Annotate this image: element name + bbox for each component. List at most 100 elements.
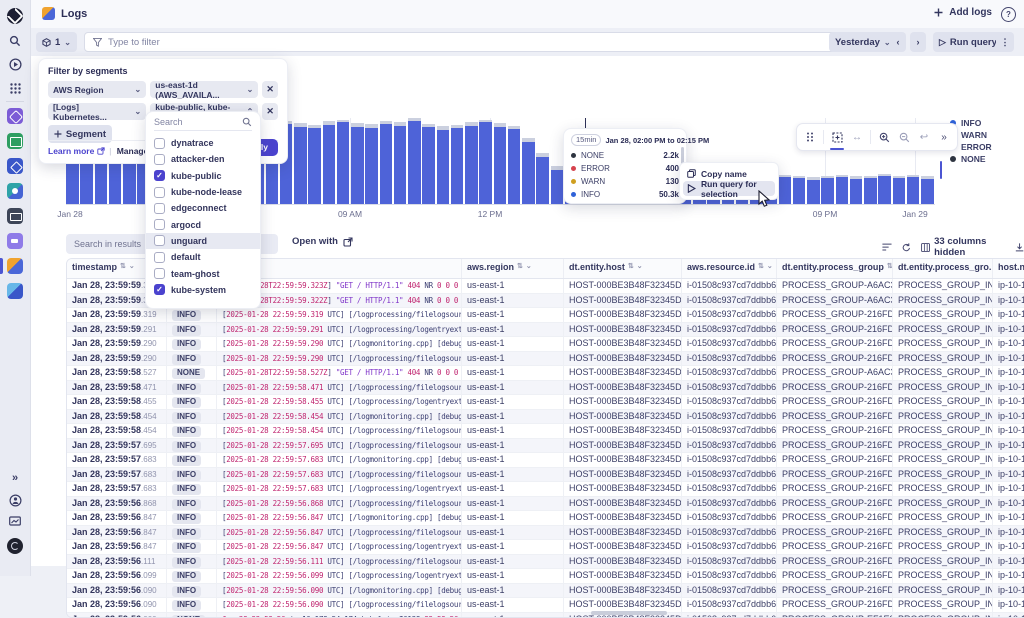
log-row[interactable]: Jan 28, 23:59:59.319INFO[2025-01-28 22:5… (67, 308, 1024, 323)
log-row[interactable]: Jan 28, 23:59:56.099INFO[2025-01-28 22:5… (67, 569, 1024, 584)
log-row[interactable]: Jan 28, 23:59:58.527NONE[2025-01-28T22:5… (67, 366, 1024, 381)
column-header-resource[interactable]: aws.resource.id⇅⌄ (682, 259, 777, 278)
dropdown-option-team-ghost[interactable]: team-ghost (146, 265, 260, 281)
time-range-button[interactable]: Yesterday ⌄ (829, 32, 897, 52)
checkbox-checked[interactable]: ✓ (154, 170, 165, 181)
monitoring-icon[interactable] (7, 514, 23, 530)
segment-value-select-0[interactable]: us-east-1d (AWS_AVAILA...⌄ (150, 81, 258, 98)
histogram-bar[interactable] (394, 126, 407, 204)
sort-icon[interactable]: ⇅ (887, 262, 893, 270)
histogram-bar[interactable] (508, 129, 521, 204)
histogram-bar[interactable] (323, 125, 336, 204)
dropdown-option-attacker-den[interactable]: attacker-den (146, 151, 260, 167)
checkbox-unchecked[interactable] (154, 268, 165, 279)
chevron-down-icon[interactable]: ⌄ (767, 262, 773, 270)
histogram-bar[interactable] (365, 128, 378, 204)
log-row[interactable]: Jan 28, 23:59:56.847INFO[2025-01-28 22:5… (67, 540, 1024, 555)
log-row[interactable]: Jan 28, 23:59:57.695INFO[2025-01-28 22:5… (67, 439, 1024, 454)
checkbox-unchecked[interactable] (154, 235, 165, 246)
checkbox-unchecked[interactable] (154, 154, 165, 165)
histogram-bar[interactable] (294, 127, 307, 204)
histogram-bar[interactable] (422, 127, 435, 204)
histogram-bar[interactable] (821, 178, 834, 204)
log-row[interactable]: Jan 28, 23:59:56.868INFO[2025-01-28 22:5… (67, 497, 1024, 512)
log-row[interactable]: Jan 28, 23:59:59.290INFO[2025-01-28 22:5… (67, 337, 1024, 352)
checkbox-checked[interactable]: ✓ (154, 284, 165, 295)
log-row[interactable]: Jan 28, 23:59:56.111INFO[2025-01-28 22:5… (67, 555, 1024, 570)
histogram-bar[interactable] (536, 157, 549, 204)
histogram-bar[interactable] (864, 178, 877, 204)
log-row[interactable]: Jan 28, 23:59:58.454INFO[2025-01-28 22:5… (67, 410, 1024, 425)
log-row[interactable]: Jan 28, 23:59:59.290INFO[2025-01-28 22:5… (67, 352, 1024, 367)
time-back-button[interactable]: ‹ (890, 32, 906, 52)
histogram-bar[interactable] (465, 126, 478, 204)
account-avatar[interactable] (7, 538, 23, 554)
histogram-bar[interactable] (836, 177, 849, 204)
dropdown-option-unguard[interactable]: unguard (146, 233, 260, 249)
sort-icon[interactable]: ⇅ (628, 262, 634, 270)
app-icon-notebooks[interactable] (7, 233, 23, 249)
remove-segment-1-button[interactable]: ✕ (262, 103, 278, 120)
zoom-in-icon[interactable] (875, 128, 893, 146)
dropdown-option-kube-public[interactable]: ✓kube-public (146, 168, 260, 184)
log-row[interactable]: Jan 28, 23:59:56.090INFO[2025-01-28 22:5… (67, 598, 1024, 613)
column-header-pg[interactable]: dt.entity.process_group⇅⌄ (777, 259, 893, 278)
expand-sidebar-icon[interactable]: » (7, 470, 23, 486)
histogram-bar[interactable] (479, 122, 492, 204)
add-logs-button[interactable]: Add logs (934, 7, 992, 18)
histogram-bar[interactable] (494, 127, 507, 204)
apps-grid-icon[interactable] (7, 80, 23, 96)
histogram-bar[interactable] (551, 170, 564, 204)
column-header-hostname[interactable]: host.name (993, 259, 1024, 278)
dropdown-search-input[interactable]: Search (154, 117, 252, 131)
app-icon-dashboards[interactable] (7, 158, 23, 174)
search-icon[interactable] (7, 33, 23, 49)
checkbox-unchecked[interactable] (154, 138, 165, 149)
histogram-bar[interactable] (850, 179, 863, 204)
dropdown-option-default[interactable]: default (146, 249, 260, 265)
column-header-pgi[interactable]: dt.entity.process_gro...⇅⌄ (893, 259, 993, 278)
help-icon[interactable]: ? (1001, 7, 1016, 22)
histogram-bar[interactable] (522, 142, 535, 204)
log-row[interactable]: Jan 28, 23:59:56.090INFO[2025-01-28 22:5… (67, 584, 1024, 599)
histogram-bar[interactable] (380, 124, 393, 204)
app-icon-spreadsheet[interactable] (7, 133, 23, 149)
sort-icon[interactable]: ⇅ (120, 262, 126, 270)
histogram-bar[interactable] (351, 127, 364, 204)
horizontal-span-icon[interactable]: ↔ (848, 128, 866, 146)
checkbox-unchecked[interactable] (154, 252, 165, 263)
query-filter-input[interactable]: Type to filter (84, 32, 852, 52)
undo-icon[interactable]: ↩ (915, 128, 933, 146)
histogram-bar[interactable] (308, 128, 321, 204)
more-tools-icon[interactable]: » (935, 128, 953, 146)
chevron-down-icon[interactable]: ⌄ (526, 262, 532, 270)
histogram-bar[interactable] (437, 130, 450, 204)
segment-filter-chip[interactable]: 1 ⌄ (36, 32, 77, 52)
histogram-bar[interactable] (878, 176, 891, 204)
chevron-down-icon[interactable]: ⌄ (637, 262, 643, 270)
play-circle-icon[interactable] (7, 56, 23, 72)
download-icon[interactable] (1015, 242, 1024, 253)
log-row[interactable]: Jan 28, 23:59:57.683INFO[2025-01-28 22:5… (67, 482, 1024, 497)
sort-icon[interactable]: ⇅ (517, 262, 523, 270)
histogram-bar[interactable] (408, 121, 421, 204)
open-with-button[interactable]: Open with (292, 236, 353, 247)
histogram-bar[interactable] (793, 178, 806, 204)
segment-key-select-0[interactable]: AWS Region⌄ (48, 81, 146, 98)
log-row[interactable]: Jan 28, 23:59:56.847INFO[2025-01-28 22:5… (67, 511, 1024, 526)
zoom-out-icon[interactable] (895, 128, 913, 146)
dynatrace-logo-icon[interactable] (7, 8, 23, 24)
app-icon-hosts[interactable] (7, 208, 23, 224)
histogram-bar[interactable] (921, 179, 934, 204)
help-user-icon[interactable] (7, 492, 23, 508)
log-row[interactable]: Jan 28, 23:59:58.455INFO[2025-01-28 22:5… (67, 395, 1024, 410)
histogram-bar[interactable] (893, 178, 906, 204)
histogram-bar[interactable] (907, 177, 920, 204)
more-options-button[interactable]: ⋮ (996, 32, 1014, 52)
drag-handle-icon[interactable] (801, 128, 819, 146)
column-header-region[interactable]: aws.region⇅⌄ (462, 259, 564, 278)
checkbox-unchecked[interactable] (154, 219, 165, 230)
sort-icon[interactable]: ⇅ (758, 262, 764, 270)
chevron-down-icon[interactable]: ⌄ (129, 262, 135, 270)
wrap-text-icon[interactable] (882, 242, 892, 253)
